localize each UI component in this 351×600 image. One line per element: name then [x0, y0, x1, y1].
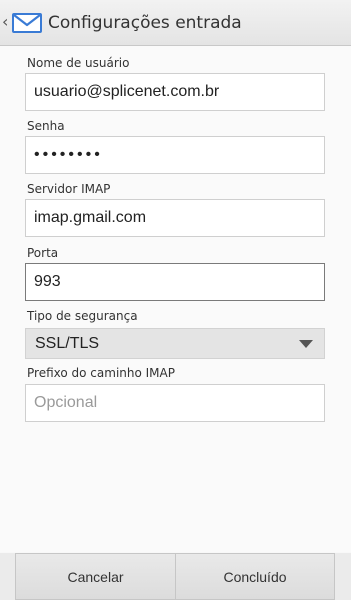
app-header: ‹ Configurações entrada — [0, 0, 351, 46]
imap-server-field[interactable] — [25, 199, 325, 237]
imap-prefix-field[interactable] — [25, 384, 325, 422]
password-label: Senha — [27, 119, 65, 133]
page-title: Configurações entrada — [48, 13, 242, 33]
security-type-value: SSL/TLS — [35, 335, 100, 352]
mail-icon[interactable] — [12, 12, 42, 34]
incoming-settings-form: Nome de usuário Senha Servidor IMAP Port… — [0, 46, 351, 552]
action-bar: Cancelar Concluído — [0, 553, 351, 600]
imap-prefix-label: Prefixo do caminho IMAP — [27, 366, 175, 380]
username-field[interactable] — [25, 73, 325, 111]
port-label: Porta — [27, 246, 59, 260]
cancel-button[interactable]: Cancelar — [15, 553, 176, 600]
dropdown-caret-icon — [299, 340, 313, 348]
security-type-label: Tipo de segurança — [27, 309, 138, 323]
done-button[interactable]: Concluído — [175, 553, 335, 600]
port-field[interactable] — [25, 263, 325, 301]
password-field[interactable] — [25, 136, 325, 174]
security-type-select[interactable]: SSL/TLS — [25, 328, 325, 359]
imap-server-label: Servidor IMAP — [27, 182, 111, 196]
back-chevron-icon[interactable]: ‹ — [2, 12, 8, 32]
username-label: Nome de usuário — [27, 56, 130, 70]
